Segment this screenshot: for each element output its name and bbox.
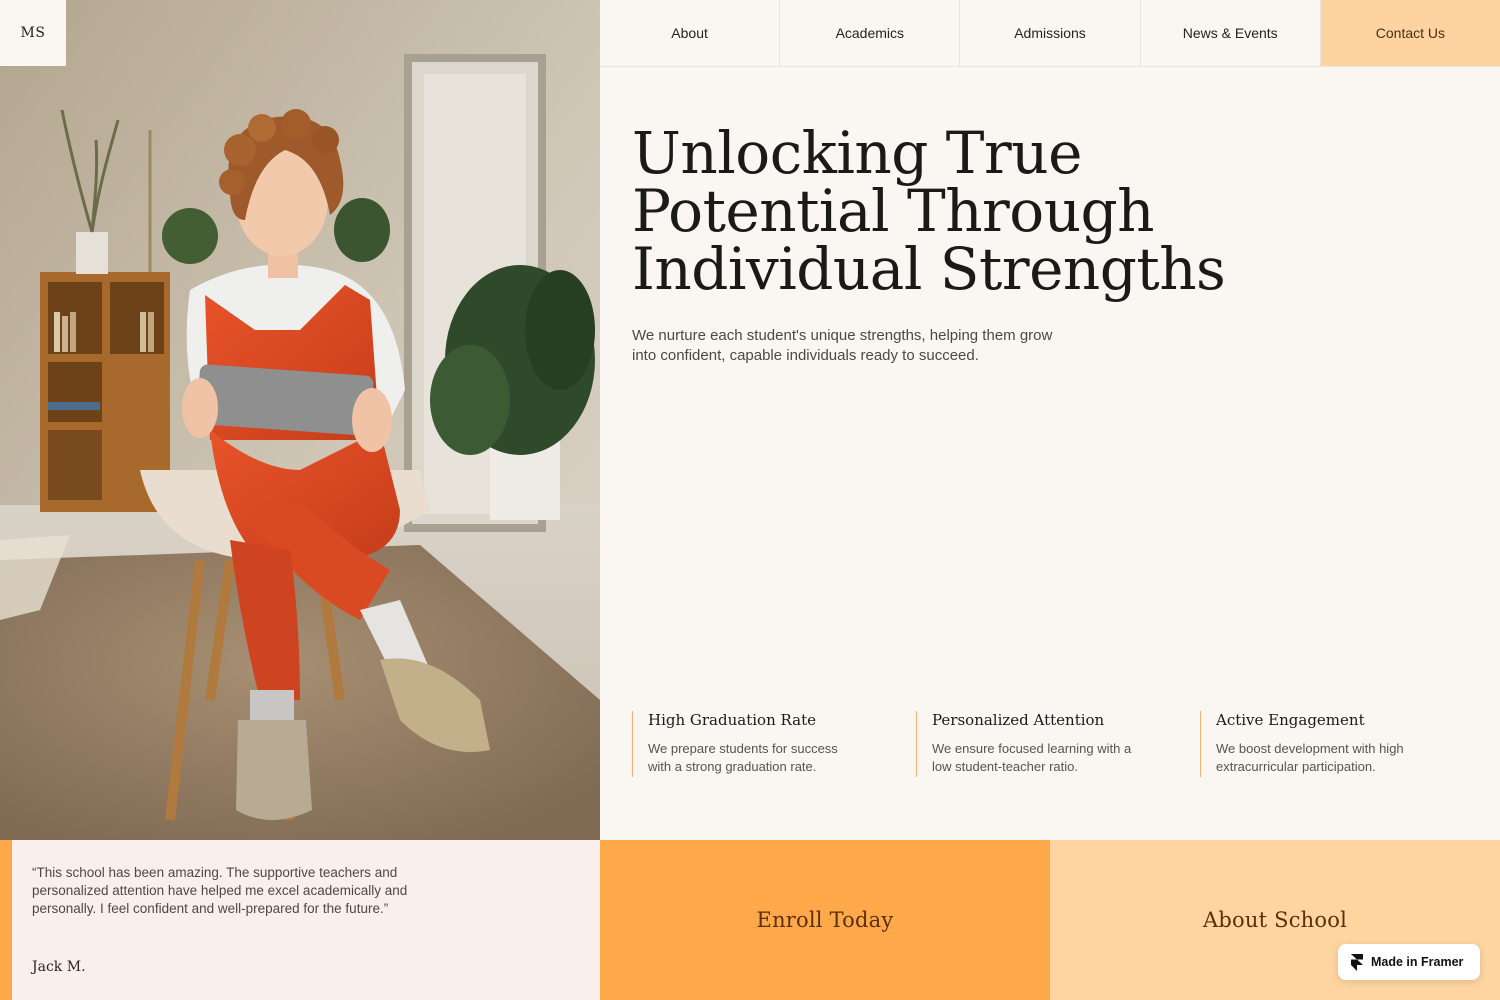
testimonial-quote: “This school has been amazing. The suppo… [32,865,408,916]
hero-title-line: Unlocking True [632,119,1082,187]
feature-title: Personalized Attention [932,711,1105,729]
feature-list: High Graduation Rate We prepare students… [632,711,1484,777]
nav-item-news-events[interactable]: News & Events [1141,0,1321,66]
nav-item-academics[interactable]: Academics [780,0,961,66]
logo[interactable]: MS [0,0,66,66]
feature-item: Personalized Attention We ensure focused… [916,711,1200,777]
feature-title: High Graduation Rate [648,711,816,729]
nav-item-about[interactable]: About [600,0,781,66]
feature-text: We ensure focused learning with a low st… [932,741,1132,774]
enroll-today-label: Enroll Today [756,908,894,932]
testimonial-author: Jack M. [32,959,86,975]
hero-title-line: Potential Through [632,177,1155,245]
top-nav: About Academics Admissions News & Events… [600,0,1500,67]
hero-photo [0,0,600,840]
feature-title: Active Engagement [1216,711,1365,729]
testimonial-card: “This school has been amazing. The suppo… [0,840,600,1000]
enroll-today-button[interactable]: Enroll Today [600,840,1050,1000]
hero-title-line: Individual Strengths [632,235,1226,303]
hero-title: Unlocking True Potential Through Individ… [632,124,1452,298]
hero-subtitle: We nurture each student's unique strengt… [632,327,1053,364]
made-in-framer-badge[interactable]: Made in Framer [1338,944,1480,980]
made-in-framer-label: Made in Framer [1371,955,1464,969]
feature-text: We boost development with high extracurr… [1216,741,1404,774]
nav-item-admissions[interactable]: Admissions [960,0,1141,66]
framer-icon [1351,953,1363,971]
feature-text: We prepare students for success with a s… [648,741,838,774]
about-school-label: About School [1203,908,1347,932]
logo-text: MS [20,25,46,41]
feature-item: Active Engagement We boost development w… [1200,711,1484,777]
feature-item: High Graduation Rate We prepare students… [632,711,916,777]
contact-us-button[interactable]: Contact Us [1320,0,1500,66]
student-illustration [0,0,600,840]
